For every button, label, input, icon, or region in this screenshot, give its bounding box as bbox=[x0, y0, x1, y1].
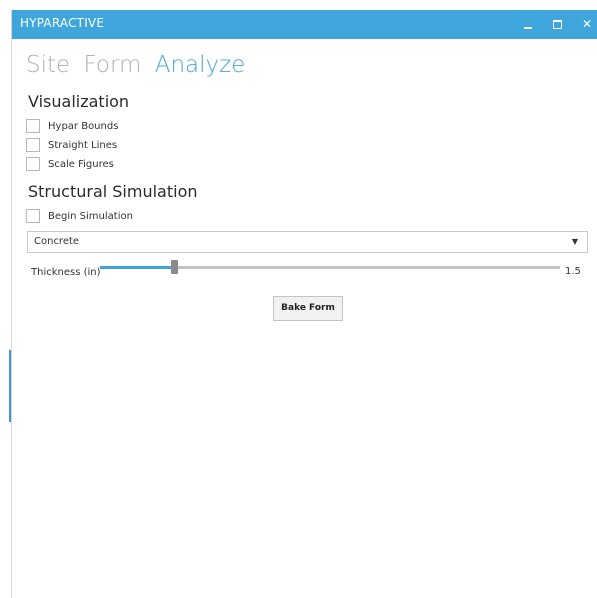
thickness-slider-thumb[interactable] bbox=[170, 260, 178, 274]
begin-simulation-label: Begin Simulation bbox=[48, 210, 133, 222]
begin-simulation-option[interactable]: Begin Simulation bbox=[26, 208, 133, 224]
close-icon: ✕ bbox=[581, 17, 593, 31]
straight-lines-option[interactable]: Straight Lines bbox=[26, 137, 117, 153]
hypar-bounds-label: Hypar Bounds bbox=[48, 120, 119, 132]
hypar-bounds-option[interactable]: Hypar Bounds bbox=[26, 118, 118, 134]
straight-lines-label: Straight Lines bbox=[48, 139, 118, 151]
maximize-button[interactable] bbox=[547, 14, 567, 34]
app-window: HYPARACTIVE ✕ Site Form Analyze Visualiz… bbox=[11, 10, 597, 598]
scale-figures-checkbox[interactable] bbox=[26, 157, 40, 171]
close-button[interactable]: ✕ bbox=[577, 14, 597, 34]
title-bar[interactable]: HYPARACTIVE ✕ bbox=[12, 10, 597, 39]
thickness-slider[interactable] bbox=[100, 260, 560, 274]
minimize-button[interactable] bbox=[518, 14, 538, 34]
window-title: HYPARACTIVE bbox=[20, 16, 105, 30]
thickness-value: 1.5 bbox=[565, 266, 581, 277]
tab-analyze[interactable]: Analyze bbox=[155, 52, 246, 78]
scale-figures-label: Scale Figures bbox=[48, 158, 114, 170]
bake-form-button[interactable]: Bake Form bbox=[273, 296, 343, 321]
thickness-slider-fill bbox=[100, 266, 174, 269]
tab-form[interactable]: Form bbox=[83, 52, 141, 78]
structural-simulation-header: Structural Simulation bbox=[28, 182, 198, 201]
material-select[interactable]: Concrete ▼ bbox=[27, 231, 588, 253]
chevron-down-icon: ▼ bbox=[571, 237, 578, 246]
maximize-icon bbox=[552, 20, 562, 29]
tab-site[interactable]: Site bbox=[26, 52, 70, 78]
thickness-label: Thickness (in) bbox=[31, 267, 101, 278]
straight-lines-checkbox[interactable] bbox=[26, 138, 40, 152]
hypar-bounds-checkbox[interactable] bbox=[26, 119, 40, 133]
nav-tabs: Site Form Analyze bbox=[26, 52, 251, 82]
visualization-header: Visualization bbox=[28, 92, 130, 111]
begin-simulation-checkbox[interactable] bbox=[26, 209, 40, 223]
scale-figures-option[interactable]: Scale Figures bbox=[26, 156, 114, 172]
material-select-value: Concrete bbox=[34, 236, 80, 247]
minimize-icon bbox=[524, 26, 532, 29]
